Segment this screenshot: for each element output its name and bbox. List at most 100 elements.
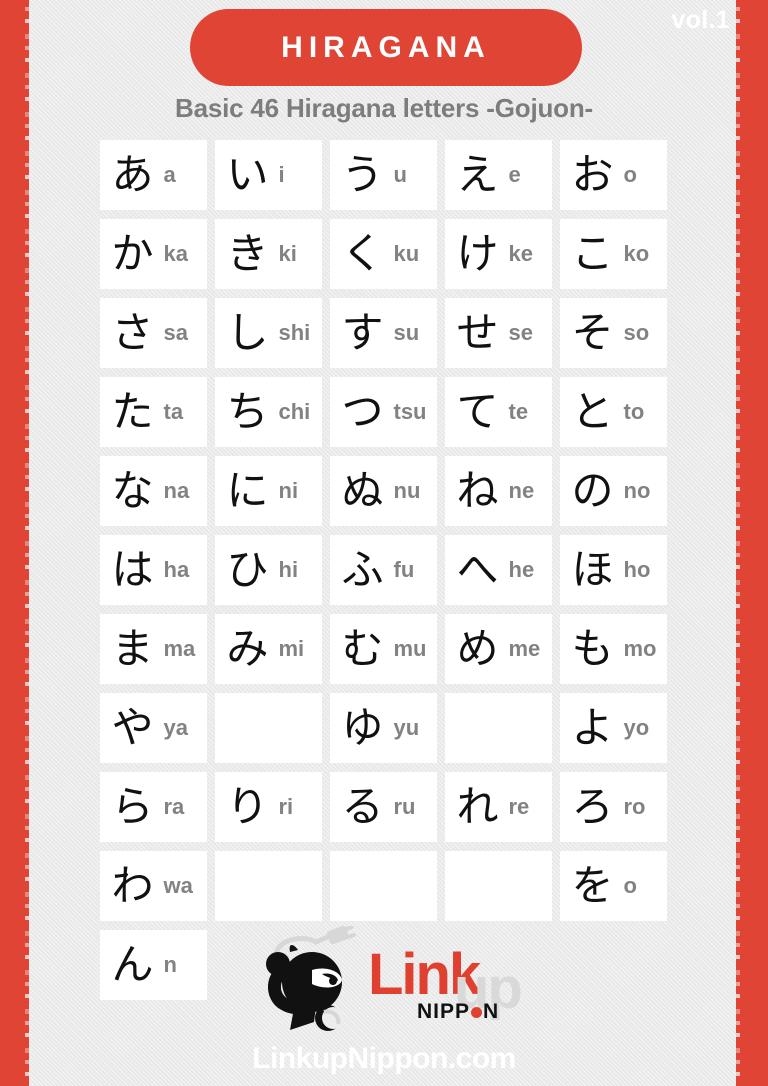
kana-cell[interactable]: き ki [215,219,322,289]
kana-cell[interactable]: おo [560,140,667,210]
kana-cell[interactable]: め me [445,614,552,684]
kana-glyph: く [341,229,384,278]
romaji-label: he [508,557,535,582]
romaji-label: sa [163,320,188,345]
kana-cell[interactable]: し shi [215,298,322,368]
kana-cell[interactable]: ち chi [215,377,322,447]
romaji-label: mu [393,636,427,661]
kana-cell[interactable]: は ha [100,535,207,605]
kana-cell[interactable]: や ya [100,693,207,763]
kana-glyph: え [456,150,499,199]
kana-cell[interactable]: ろ ro [560,772,667,842]
romaji-label: ni [278,478,299,503]
kana-cell[interactable]: ほ ho [560,535,667,605]
kana-cell[interactable]: み mi [215,614,322,684]
hiragana-grid: あ a い i う u え e お o か ka き ki く ku け ke こ ko さ sa し shi す su せ se そ s… [100,140,668,1000]
kana-cell[interactable]: ら ra [100,772,207,842]
kana-cell[interactable]: も mo [560,614,667,684]
kana-glyph: む [341,624,384,673]
kana-cell[interactable]: そ so [560,298,667,368]
romaji-label: na [163,478,190,503]
nippon-red-dot-icon [471,1006,483,1018]
kana-cell[interactable]: れ re [445,772,552,842]
kana-glyph: る [341,782,384,831]
kana-cell[interactable]: わ wa [100,851,207,921]
romaji-label: te [508,399,529,424]
right-red-border [736,0,768,1086]
kana-glyph: は [111,545,154,594]
kana-glyph: つ [341,387,384,436]
kana-cell[interactable]: の no [560,456,667,526]
linkup-wordmark: Link up NIPP N [368,939,523,1025]
website-label: LinkupNippon.com [252,1042,516,1075]
kana-cell[interactable]: す su [330,298,437,368]
kana-cell[interactable]: いi [215,140,322,210]
kana-glyph: い [226,150,269,199]
kana-cell[interactable]: ま ma [100,614,207,684]
romaji-label: o [623,162,637,187]
kana-cell[interactable]: な na [100,456,207,526]
kana-cell[interactable]: ふ fu [330,535,437,605]
romaji-label: ki [278,241,297,266]
romaji-label: no [623,478,651,503]
wordmark-nippon-suffix: N [483,1000,500,1023]
kana-cell-empty [445,693,552,763]
kana-cell[interactable]: か ka [100,219,207,289]
kana-cell-empty [215,851,322,921]
romaji-label: u [393,162,407,187]
romaji-label: ri [278,794,294,819]
kana-glyph: も [571,624,614,673]
kana-cell[interactable]: あa [100,140,207,210]
kana-cell[interactable]: ひ hi [215,535,322,605]
kana-glyph: り [226,782,269,831]
kana-glyph: わ [111,861,154,910]
kana-cell[interactable]: に ni [215,456,322,526]
kana-cell[interactable]: こ ko [560,219,667,289]
kana-cell[interactable]: と to [560,377,667,447]
kana-glyph: う [341,150,384,199]
kana-glyph: け [456,229,499,278]
kana-glyph: や [111,703,154,752]
romaji-label: nu [393,478,421,503]
romaji-label: fu [393,557,415,582]
kana-cell[interactable]: へ he [445,535,552,605]
kana-cell[interactable]: えe [445,140,552,210]
ninja-mascot-icon [266,926,356,1031]
kana-cell[interactable]: ね ne [445,456,552,526]
kana-cell[interactable]: り ri [215,772,322,842]
kana-glyph: て [456,387,499,436]
romaji-label: ta [163,399,184,424]
kana-cell[interactable]: て te [445,377,552,447]
kana-cell[interactable]: ぬ nu [330,456,437,526]
kana-cell[interactable]: うu [330,140,437,210]
kana-cell[interactable]: ゆ yu [330,693,437,763]
romaji-label: se [508,320,533,345]
kana-cell[interactable]: む mu [330,614,437,684]
kana-glyph: ま [111,624,154,673]
volume-label: vol.1 [671,6,730,34]
kana-cell[interactable]: く ku [330,219,437,289]
kana-cell[interactable]: さ sa [100,298,207,368]
kana-cell[interactable]: け ke [445,219,552,289]
left-red-border [0,0,29,1086]
romaji-label: mi [278,636,305,661]
romaji-label: shi [278,320,311,345]
kana-glyph: せ [456,308,499,357]
kana-cell-empty [330,851,437,921]
page-subtitle: Basic 46 Hiragana letters -Gojuon- [175,93,593,123]
kana-glyph: へ [456,545,499,594]
romaji-label: mo [623,636,657,661]
kana-cell[interactable]: た ta [100,377,207,447]
kana-cell[interactable]: る ru [330,772,437,842]
kana-cell[interactable]: をo [560,851,667,921]
romaji-label: wa [163,873,193,898]
kana-glyph: あ [111,150,154,199]
kana-glyph: す [341,308,384,357]
romaji-label: i [278,162,285,187]
kana-cell[interactable]: よ yo [560,693,667,763]
title-pill: HIRAGANA [190,9,582,86]
romaji-label: chi [278,399,311,424]
romaji-label: ne [508,478,535,503]
kana-cell[interactable]: つ tsu [330,377,437,447]
kana-cell[interactable]: せ se [445,298,552,368]
